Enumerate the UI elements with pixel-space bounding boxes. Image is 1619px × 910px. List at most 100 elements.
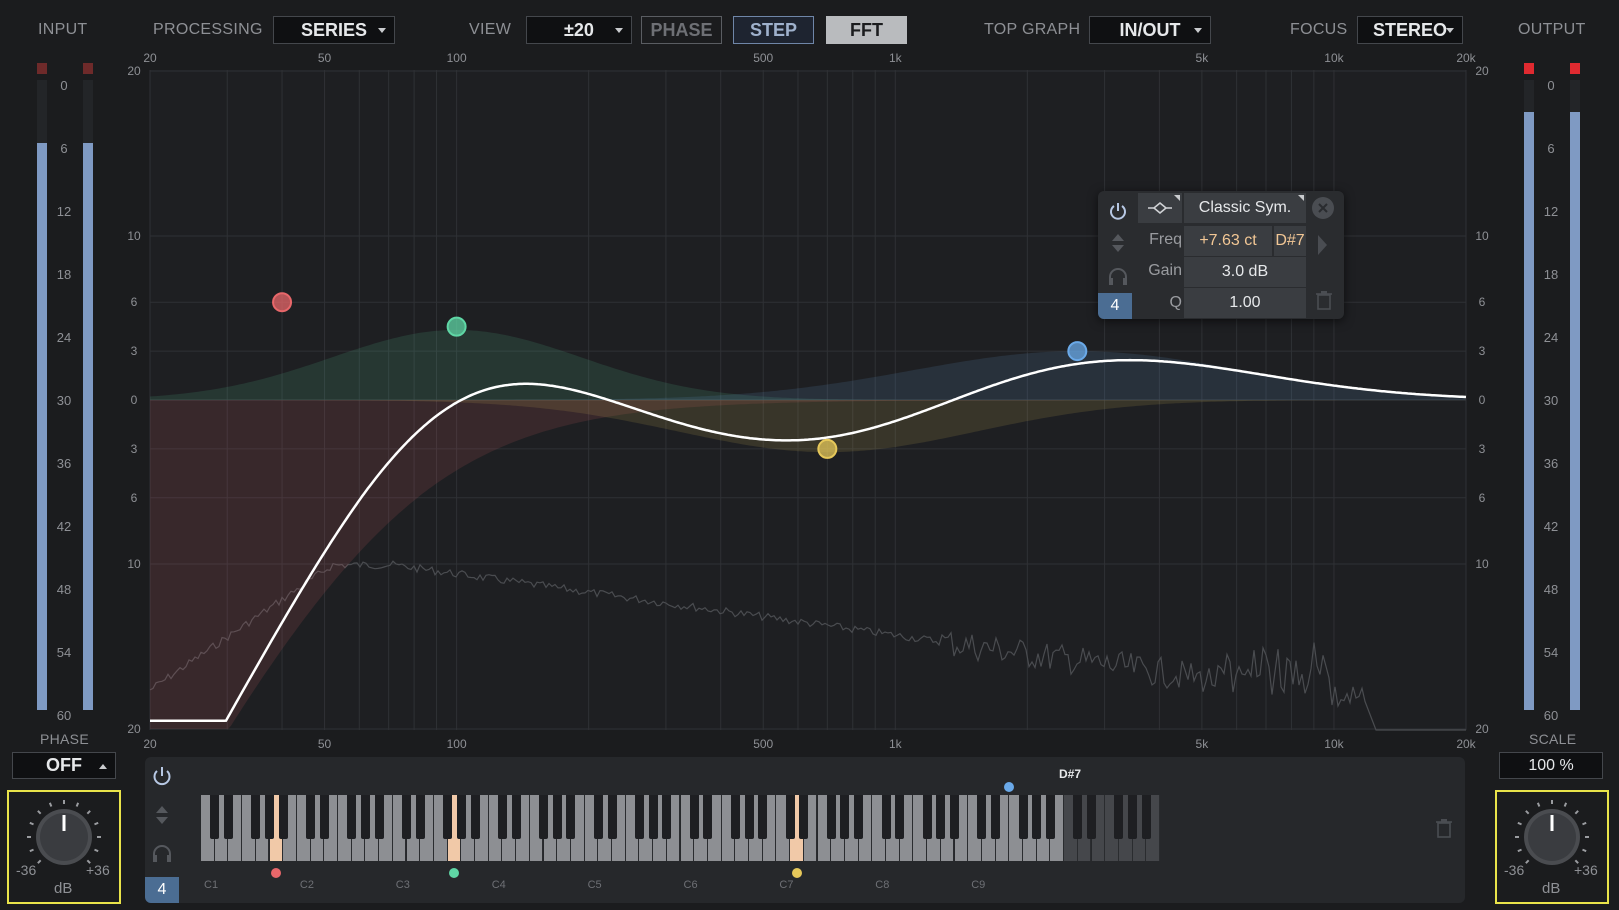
filter-type-button[interactable]: Classic Sym. — [1184, 193, 1306, 223]
piano-black-key[interactable] — [1045, 795, 1055, 839]
piano-black-key[interactable] — [539, 795, 548, 839]
freq-axis-bottom-label: 500 — [753, 737, 773, 751]
keyboard-headphones-icon[interactable] — [150, 842, 174, 864]
db-axis-left-label: 10 — [127, 229, 141, 243]
piano-black-key[interactable] — [1128, 795, 1138, 839]
piano-black-key[interactable] — [730, 795, 740, 839]
db-axis-left-label: 20 — [127, 722, 141, 736]
piano-black-key[interactable] — [319, 795, 329, 839]
piano-black-key[interactable] — [402, 795, 411, 839]
db-axis-left-label: 3 — [131, 442, 138, 456]
gain-value-field[interactable]: 3.0 dB — [1184, 257, 1306, 287]
piano-black-key[interactable] — [210, 795, 220, 839]
piano-black-key[interactable] — [360, 795, 370, 839]
octave-label: C9 — [971, 879, 986, 891]
trash-icon[interactable] — [1314, 289, 1334, 311]
output-knob-max: +36 — [1574, 862, 1598, 878]
piano-black-key[interactable] — [895, 795, 905, 839]
freq-axis-bottom-label: 100 — [447, 737, 467, 751]
piano-black-key[interactable] — [470, 795, 480, 839]
keyboard-solo-arrows-icon[interactable] — [153, 803, 171, 827]
piano-black-key[interactable] — [854, 795, 864, 839]
piano-black-key[interactable] — [593, 795, 603, 839]
freq-axis-bottom-label: 10k — [1324, 737, 1344, 751]
bell-shape-icon — [1148, 201, 1172, 215]
piano-black-key[interactable] — [1087, 795, 1096, 839]
gain-label: Gain — [1148, 262, 1182, 279]
keyboard-band-marker-4[interactable] — [1004, 782, 1015, 792]
piano-black-key[interactable] — [689, 795, 699, 839]
piano-black-key[interactable] — [1141, 795, 1151, 839]
headphones-icon[interactable] — [1106, 265, 1130, 287]
eq-band-node-4[interactable] — [1067, 341, 1088, 362]
piano-black-key[interactable] — [991, 795, 1001, 839]
power-icon[interactable] — [1104, 197, 1132, 225]
db-axis-left-label: 6 — [131, 491, 138, 505]
piano-black-key[interactable] — [950, 795, 959, 839]
output-knob-unit: dB — [1542, 880, 1561, 897]
piano-black-key[interactable] — [251, 795, 261, 839]
piano-black-key[interactable] — [552, 795, 562, 839]
piano-black-key[interactable] — [758, 795, 768, 839]
piano-black-key[interactable] — [785, 795, 795, 839]
piano-black-key[interactable] — [443, 795, 453, 839]
piano-black-key[interactable] — [703, 795, 713, 839]
knob-tick — [94, 848, 99, 853]
expand-arrow-icon[interactable] — [1318, 235, 1327, 255]
octave-label: C5 — [587, 879, 602, 891]
piano-black-key[interactable] — [977, 795, 987, 839]
piano-black-key[interactable] — [456, 795, 466, 839]
piano-black-key[interactable] — [278, 795, 288, 839]
eq-band-node-3[interactable] — [817, 438, 838, 459]
piano-black-key[interactable] — [1114, 795, 1124, 839]
keyboard-band-marker-1[interactable] — [271, 868, 282, 878]
piano-black-key[interactable] — [223, 795, 233, 839]
piano-black-key[interactable] — [347, 795, 357, 839]
freq-axis-bottom-label: 20k — [1456, 737, 1476, 751]
scale-field[interactable]: 100 % — [1499, 752, 1603, 779]
octave-label: C7 — [779, 879, 794, 891]
piano-black-key[interactable] — [922, 795, 932, 839]
piano-black-key[interactable] — [634, 795, 644, 839]
piano-black-key[interactable] — [662, 795, 672, 839]
freq-value-field[interactable]: +7.63 ct — [1184, 226, 1272, 256]
input-knob-unit: dB — [54, 880, 73, 897]
keyboard-trash-icon[interactable] — [1434, 817, 1454, 839]
piano-black-key[interactable] — [744, 795, 754, 839]
keyboard-band-marker-3[interactable] — [791, 868, 802, 878]
piano-black-key[interactable] — [497, 795, 507, 839]
eq-band-node-2[interactable] — [446, 316, 467, 337]
piano-black-key[interactable] — [306, 795, 316, 839]
piano-black-key[interactable] — [936, 795, 946, 839]
solo-arrows-icon[interactable] — [1108, 231, 1128, 255]
freq-label: Freq — [1149, 231, 1182, 248]
keyboard-power-icon[interactable] — [151, 765, 173, 787]
piano-black-key[interactable] — [826, 795, 836, 839]
piano-black-key[interactable] — [374, 795, 384, 839]
eq-graph[interactable]: 20 50 100 500 1k 5k 10k 20k20 50 100 500 1k 5k 10k 20k… — [0, 0, 1619, 760]
piano-black-key[interactable] — [1073, 795, 1083, 839]
filter-shape-button[interactable] — [1138, 193, 1182, 223]
scale-label: SCALE — [1529, 731, 1577, 747]
piano-black-key[interactable] — [648, 795, 658, 839]
piano-black-key[interactable] — [511, 795, 521, 839]
piano-black-key[interactable] — [1018, 795, 1028, 839]
freq-axis-top-label: 10k — [1324, 51, 1344, 65]
piano-black-key[interactable] — [265, 795, 274, 839]
close-icon[interactable] — [1312, 197, 1334, 219]
piano-black-key[interactable] — [840, 795, 850, 839]
piano-black-key[interactable] — [415, 795, 425, 839]
piano-black-key[interactable] — [881, 795, 891, 839]
keyboard-band-badge: 4 — [145, 877, 179, 903]
keyboard-band-marker-2[interactable] — [449, 868, 460, 878]
piano-black-key[interactable] — [607, 795, 617, 839]
piano-black-key[interactable] — [1032, 795, 1042, 839]
note-value-field[interactable]: D#7 — [1274, 226, 1306, 256]
knob-tick — [37, 859, 42, 864]
freq-axis-top-label: 5k — [1196, 51, 1210, 65]
eq-band-node-1[interactable] — [272, 292, 293, 313]
piano-black-key[interactable] — [566, 795, 576, 839]
piano-black-key[interactable] — [799, 795, 809, 839]
q-value-field[interactable]: 1.00 — [1184, 288, 1306, 318]
phase-dropdown[interactable]: OFF — [12, 752, 116, 779]
